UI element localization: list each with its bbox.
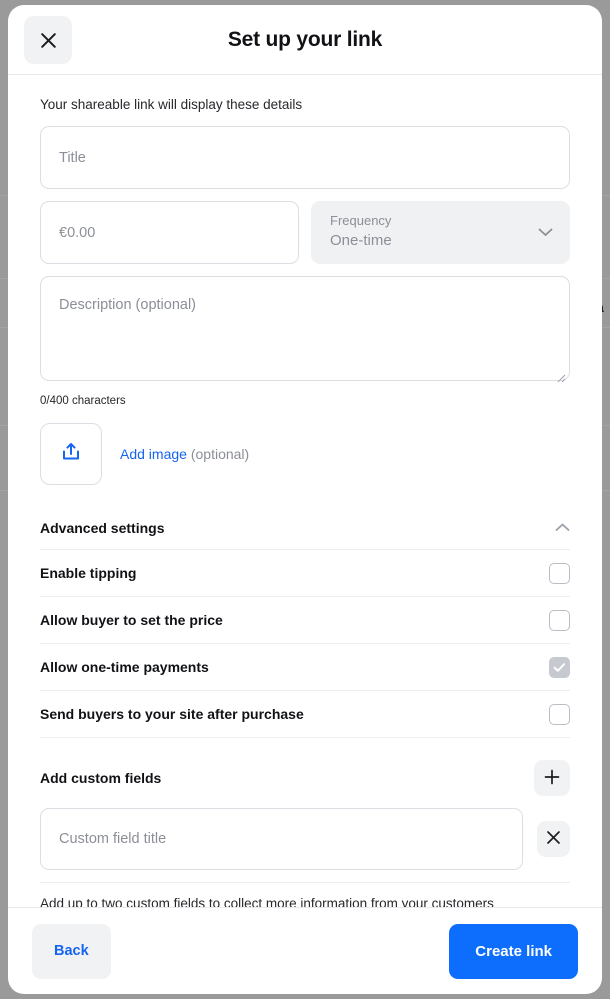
close-icon bbox=[546, 830, 561, 848]
modal-header: Set up your link bbox=[8, 5, 602, 75]
character-counter: 0/400 characters bbox=[40, 395, 126, 407]
advanced-settings-header[interactable]: Advanced settings bbox=[40, 506, 570, 550]
close-icon bbox=[40, 32, 57, 49]
modal-body: Your shareable link will display these d… bbox=[8, 75, 602, 907]
setting-row-enable-tipping[interactable]: Enable tipping bbox=[40, 550, 570, 597]
checkbox-buyer-sets-price[interactable] bbox=[549, 609, 570, 631]
upload-icon bbox=[60, 441, 82, 468]
setting-label: Allow buyer to set the price bbox=[40, 612, 223, 628]
setting-label: Send buyers to your site after purchase bbox=[40, 706, 304, 722]
plus-icon bbox=[544, 769, 560, 788]
check-icon bbox=[553, 662, 566, 672]
description-input[interactable] bbox=[40, 276, 570, 381]
custom-fields-header: Add custom fields bbox=[40, 760, 570, 796]
remove-custom-field-button[interactable] bbox=[537, 821, 570, 857]
frequency-value: One-time bbox=[330, 232, 392, 249]
setting-label: Allow one-time payments bbox=[40, 659, 209, 675]
title-input[interactable] bbox=[40, 126, 570, 189]
setting-row-one-time-payments: Allow one-time payments bbox=[40, 644, 570, 691]
setting-row-buyer-sets-price[interactable]: Allow buyer to set the price bbox=[40, 597, 570, 644]
price-input[interactable] bbox=[40, 201, 299, 264]
chevron-down-icon bbox=[538, 224, 553, 242]
checkbox-send-buyers-to-site[interactable] bbox=[549, 703, 570, 725]
advanced-settings-title: Advanced settings bbox=[40, 519, 165, 536]
checkbox-enable-tipping[interactable] bbox=[549, 562, 570, 584]
add-image-row: Add image (optional) bbox=[40, 423, 570, 485]
close-button[interactable] bbox=[24, 16, 72, 64]
add-custom-field-button[interactable] bbox=[534, 760, 570, 796]
add-image-optional: (optional) bbox=[190, 446, 250, 462]
custom-field-title-input[interactable] bbox=[40, 808, 524, 870]
setting-label: Enable tipping bbox=[40, 565, 137, 581]
page-title: Set up your link bbox=[227, 27, 383, 51]
custom-fields-note: Add up to two custom fields to collect m… bbox=[40, 882, 570, 907]
description-wrapper bbox=[40, 276, 570, 386]
custom-fields-title: Add custom fields bbox=[40, 770, 162, 786]
checkbox-one-time-payments bbox=[549, 656, 570, 678]
intro-text: Your shareable link will display these d… bbox=[40, 97, 303, 112]
create-link-button[interactable]: Create link bbox=[449, 923, 578, 979]
setting-row-send-buyers-to-site[interactable]: Send buyers to your site after purchase bbox=[40, 691, 570, 738]
chevron-up-icon bbox=[555, 519, 570, 537]
setup-link-modal: Set up your link Your shareable link wil… bbox=[8, 5, 602, 994]
add-image-link[interactable]: Add image bbox=[120, 446, 187, 462]
add-image-label: Add image (optional) bbox=[120, 446, 249, 462]
back-button[interactable]: Back bbox=[32, 923, 111, 979]
upload-image-button[interactable] bbox=[40, 423, 102, 485]
frequency-select[interactable]: Frequency One-time bbox=[311, 201, 570, 264]
screen: Sa Set up your link Your shareable link … bbox=[0, 0, 610, 999]
frequency-label: Frequency bbox=[330, 213, 392, 228]
price-frequency-row: Frequency One-time bbox=[40, 201, 570, 264]
custom-field-row bbox=[40, 808, 570, 870]
modal-footer: Back Create link bbox=[8, 907, 602, 994]
